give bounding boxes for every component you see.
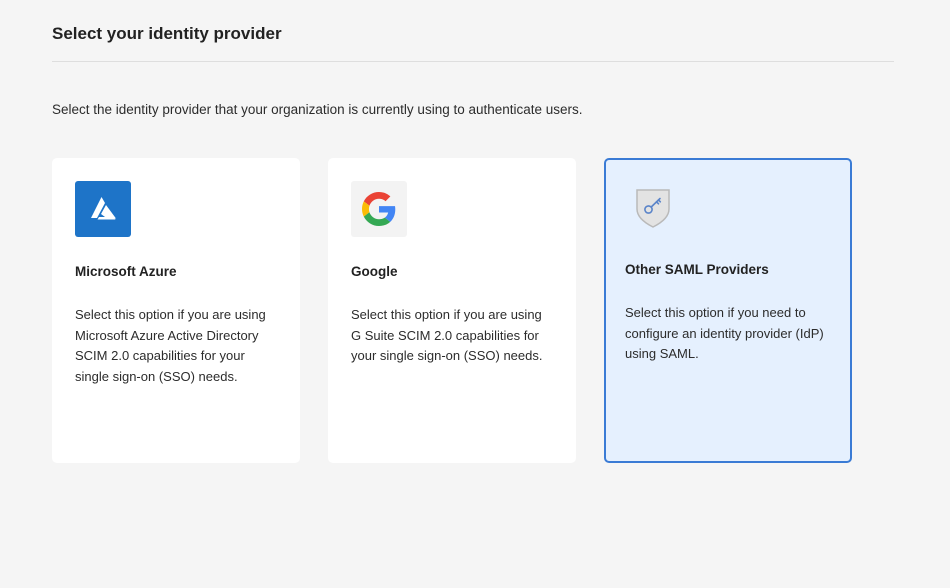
provider-name: Other SAML Providers bbox=[625, 262, 769, 277]
provider-name: Google bbox=[351, 264, 398, 279]
google-logo-icon bbox=[351, 181, 407, 237]
azure-logo-icon bbox=[75, 181, 131, 237]
title-divider bbox=[52, 61, 894, 62]
provider-card-saml[interactable]: Other SAML Providers Select this option … bbox=[604, 158, 852, 463]
shield-key-icon bbox=[625, 179, 681, 235]
page-title: Select your identity provider bbox=[52, 24, 282, 43]
provider-card-google[interactable]: Google Select this option if you are usi… bbox=[328, 158, 576, 463]
page-description: Select the identity provider that your o… bbox=[52, 102, 583, 117]
provider-card-list: Microsoft Azure Select this option if yo… bbox=[52, 158, 852, 463]
provider-description: Select this option if you need to config… bbox=[625, 305, 824, 361]
identity-provider-page: Select your identity provider Select the… bbox=[0, 0, 950, 588]
provider-description: Select this option if you are using Micr… bbox=[75, 307, 266, 384]
provider-name: Microsoft Azure bbox=[75, 264, 177, 279]
provider-card-azure[interactable]: Microsoft Azure Select this option if yo… bbox=[52, 158, 300, 463]
provider-description: Select this option if you are using G Su… bbox=[351, 307, 543, 363]
